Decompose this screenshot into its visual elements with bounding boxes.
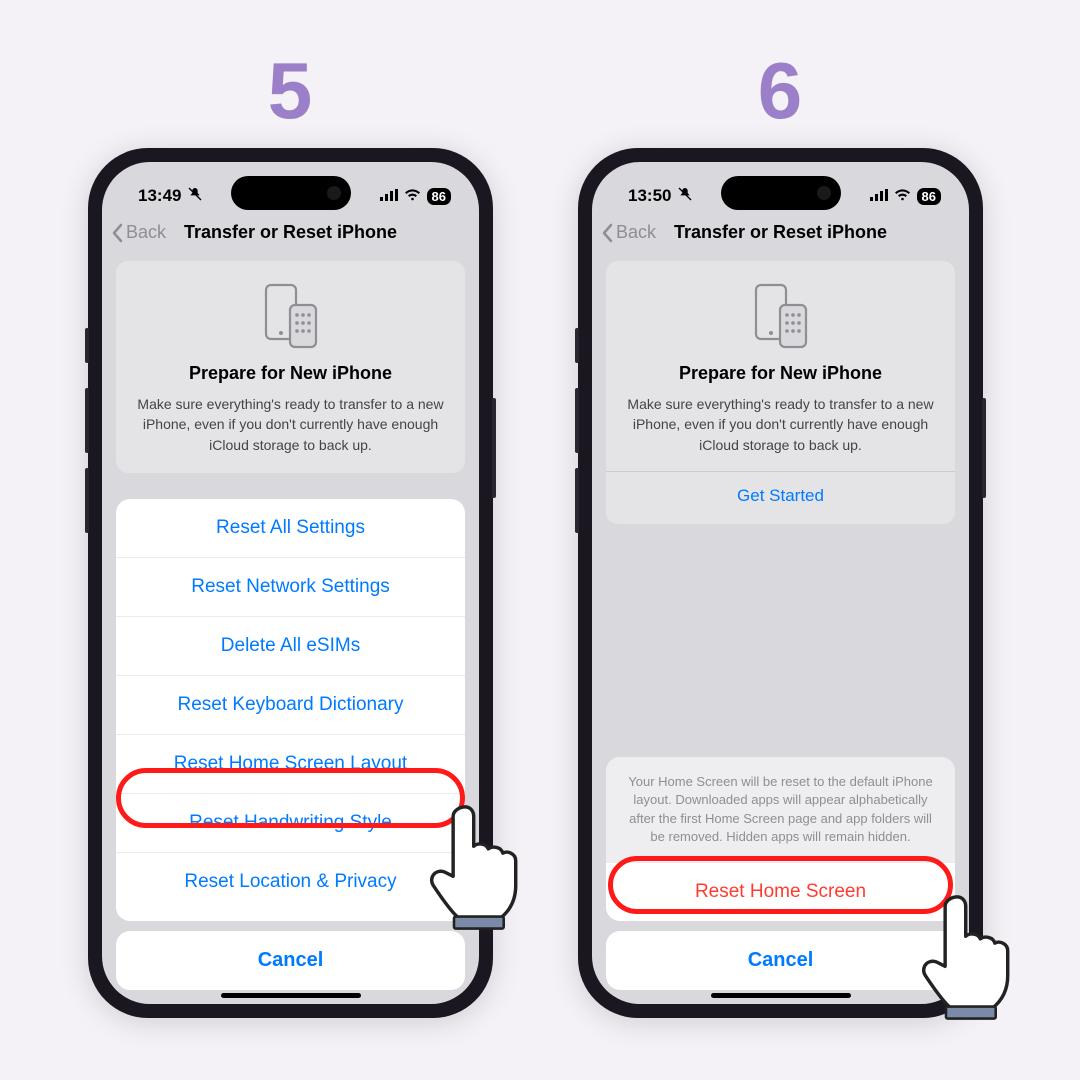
nav-bar: Back Transfer or Reset iPhone bbox=[102, 212, 479, 255]
sheet-cutoff-text bbox=[116, 911, 465, 921]
reset-location-privacy-button[interactable]: Reset Location & Privacy bbox=[116, 853, 465, 911]
cancel-button[interactable]: Cancel bbox=[606, 931, 955, 990]
reset-keyboard-dictionary-button[interactable]: Reset Keyboard Dictionary bbox=[116, 676, 465, 735]
cellular-icon bbox=[380, 186, 398, 206]
confirm-description: Your Home Screen will be reset to the de… bbox=[606, 757, 955, 862]
devices-icon bbox=[750, 281, 812, 351]
reset-network-settings-button[interactable]: Reset Network Settings bbox=[116, 558, 465, 617]
reset-home-screen-layout-button[interactable]: Reset Home Screen Layout bbox=[116, 735, 465, 794]
prepare-card: Prepare for New iPhone Make sure everyth… bbox=[606, 261, 955, 524]
delete-all-esims-button[interactable]: Delete All eSIMs bbox=[116, 617, 465, 676]
nav-bar: Back Transfer or Reset iPhone bbox=[592, 212, 969, 255]
phone-frame-right: 13:50 86 Back Transfer or Reset iPho bbox=[578, 148, 983, 1018]
home-indicator[interactable] bbox=[221, 993, 361, 998]
step-number-6: 6 bbox=[750, 45, 810, 137]
battery-indicator: 86 bbox=[427, 188, 451, 205]
battery-indicator: 86 bbox=[917, 188, 941, 205]
phone-frame-left: 13:49 86 Back Transfer or Reset iPho bbox=[88, 148, 493, 1018]
cellular-icon bbox=[870, 186, 888, 206]
phone-screen-left: 13:49 86 Back Transfer or Reset iPho bbox=[102, 162, 479, 1004]
silent-icon bbox=[677, 186, 693, 207]
step-number-5: 5 bbox=[260, 45, 320, 137]
reset-all-settings-button[interactable]: Reset All Settings bbox=[116, 499, 465, 558]
wifi-icon bbox=[404, 186, 421, 206]
reset-handwriting-style-button[interactable]: Reset Handwriting Style bbox=[116, 794, 465, 853]
prepare-title: Prepare for New iPhone bbox=[134, 363, 447, 384]
reset-action-sheet: Reset All Settings Reset Network Setting… bbox=[116, 499, 465, 990]
phone-screen-right: 13:50 86 Back Transfer or Reset iPho bbox=[592, 162, 969, 1004]
status-time: 13:49 bbox=[138, 186, 181, 206]
confirm-action-sheet: Your Home Screen will be reset to the de… bbox=[606, 757, 955, 990]
prepare-description: Make sure everything's ready to transfer… bbox=[624, 394, 937, 455]
devices-icon bbox=[260, 281, 322, 351]
silent-icon bbox=[187, 186, 203, 207]
back-button[interactable]: Back bbox=[110, 222, 166, 243]
home-indicator[interactable] bbox=[711, 993, 851, 998]
get-started-button[interactable]: Get Started bbox=[624, 472, 937, 520]
dynamic-island bbox=[721, 176, 841, 210]
dynamic-island bbox=[231, 176, 351, 210]
prepare-description: Make sure everything's ready to transfer… bbox=[134, 394, 447, 455]
back-label: Back bbox=[126, 222, 166, 243]
reset-home-screen-button[interactable]: Reset Home Screen bbox=[606, 862, 955, 921]
prepare-card: Prepare for New iPhone Make sure everyth… bbox=[116, 261, 465, 473]
cancel-button[interactable]: Cancel bbox=[116, 931, 465, 990]
back-button[interactable]: Back bbox=[600, 222, 656, 243]
wifi-icon bbox=[894, 186, 911, 206]
back-label: Back bbox=[616, 222, 656, 243]
prepare-title: Prepare for New iPhone bbox=[624, 363, 937, 384]
status-time: 13:50 bbox=[628, 186, 671, 206]
